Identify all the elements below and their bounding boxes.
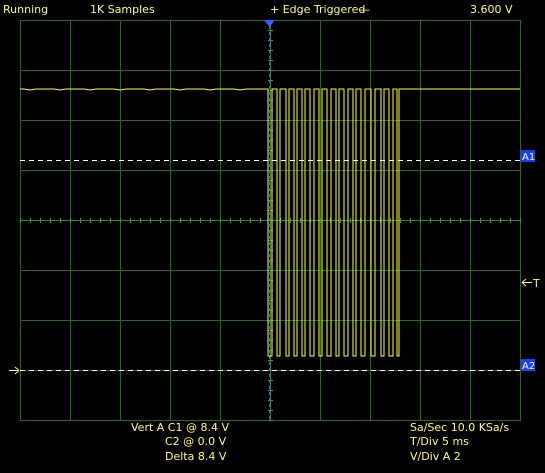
cursor-c1-readout: Vert A C1 @ 8.4 V [131, 421, 229, 434]
time-div-readout: T/Div 5 ms [410, 435, 469, 448]
cursor-delta-readout: Delta 8.4 V [165, 450, 227, 463]
scope-display[interactable]: A1 A2 T [0, 0, 545, 473]
trigger-level-marker-label: T [532, 277, 540, 290]
cursor-a2-label: A2 [522, 361, 535, 372]
sample-rate-readout: Sa/Sec 10.0 KSa/s [410, 421, 510, 434]
cursor-c2-readout: C2 @ 0.0 V [165, 435, 227, 448]
volt-div-readout: V/Div A 2 [410, 450, 461, 463]
cursor-a1-label: A1 [522, 152, 535, 163]
trigger-time-arrow-icon[interactable] [264, 20, 275, 27]
